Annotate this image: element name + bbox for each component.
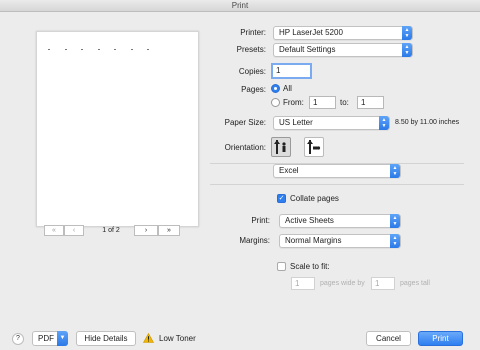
print-what-popup[interactable]: Active Sheets ▲ ▼: [279, 214, 401, 228]
popup-arrows-icon: ▲ ▼: [390, 234, 400, 248]
printer-label: Printer:: [240, 28, 266, 37]
cancel-button[interactable]: Cancel: [366, 331, 411, 346]
paper-size-popup[interactable]: US Letter ▲ ▼: [273, 116, 390, 130]
popup-arrows-icon: ▲ ▼: [390, 214, 400, 228]
help-button[interactable]: ?: [12, 333, 24, 345]
pages-all-label: All: [283, 84, 292, 93]
scale-to-fit-label: Scale to fit:: [290, 262, 330, 271]
app-section-popup[interactable]: Excel ▲ ▼: [273, 164, 401, 178]
preview-text-mark: [98, 49, 100, 50]
popup-arrows-icon: ▲ ▼: [379, 116, 389, 130]
collate-checkbox[interactable]: ✓: [277, 194, 286, 203]
section-divider: [210, 184, 464, 185]
last-page-button[interactable]: »: [158, 225, 180, 236]
preview-text-mark: [114, 49, 116, 50]
popup-arrows-icon: ▲ ▼: [402, 43, 412, 57]
printer-popup[interactable]: HP LaserJet 5200 ▲ ▼: [273, 26, 413, 40]
pages-label: Pages:: [241, 85, 266, 94]
printer-value: HP LaserJet 5200: [279, 28, 343, 37]
presets-label: Presets:: [236, 45, 266, 54]
pdf-menu-button[interactable]: PDF ▼: [32, 331, 68, 346]
warning-triangle-icon: [143, 333, 154, 343]
orientation-label: Orientation:: [224, 143, 266, 152]
pages-wide-label: pages wide by: [320, 280, 365, 287]
popup-arrows-icon: ▲ ▼: [402, 26, 412, 40]
paper-size-value: US Letter: [279, 118, 313, 127]
previous-page-button[interactable]: ‹: [64, 225, 84, 236]
print-what-value: Active Sheets: [285, 216, 334, 225]
presets-popup[interactable]: Default Settings ▲ ▼: [273, 43, 413, 57]
dialog-content: « ‹ 1 of 2 › » Printer: HP LaserJet 5200…: [0, 12, 480, 350]
page-indicator: 1 of 2: [102, 227, 120, 234]
pages-to-label: to:: [340, 98, 349, 107]
print-what-label: Print:: [251, 216, 270, 225]
window-title: Print: [0, 0, 480, 12]
hide-details-button[interactable]: Hide Details: [76, 331, 136, 346]
pages-range-radio[interactable]: [271, 98, 280, 107]
first-page-button[interactable]: «: [44, 225, 64, 236]
landscape-person-icon: [307, 140, 321, 154]
pages-from-label: From:: [283, 98, 304, 107]
pages-tall-field[interactable]: 1: [371, 277, 395, 290]
pages-wide-field[interactable]: 1: [291, 277, 315, 290]
collate-label: Collate pages: [290, 194, 339, 203]
print-preview-page: [36, 31, 199, 227]
margins-popup[interactable]: Normal Margins ▲ ▼: [279, 234, 401, 248]
copies-label: Copies:: [238, 67, 266, 76]
scale-to-fit-checkbox[interactable]: [277, 262, 286, 271]
presets-value: Default Settings: [279, 45, 336, 54]
portrait-orientation-button[interactable]: [271, 137, 291, 157]
landscape-orientation-button[interactable]: [304, 137, 324, 157]
paper-dimensions: 8.50 by 11.00 inches: [395, 119, 460, 126]
next-page-button[interactable]: ›: [134, 225, 158, 236]
pdf-label: PDF: [38, 334, 54, 343]
pages-to-field[interactable]: 1: [357, 96, 384, 109]
preview-text-mark: [131, 49, 133, 50]
copies-field[interactable]: 1: [271, 63, 312, 79]
pages-from-field[interactable]: 1: [309, 96, 336, 109]
print-dialog: Print « ‹ 1 of 2 › » Printer: HP LaserJe…: [0, 0, 480, 350]
preview-text-mark: [81, 49, 83, 50]
preview-text-mark: [147, 49, 149, 50]
margins-value: Normal Margins: [285, 236, 342, 245]
pages-tall-label: pages tall: [400, 280, 430, 287]
preview-text-mark: [65, 49, 67, 50]
paper-size-label: Paper Size:: [224, 118, 266, 127]
chevron-down-icon: ▼: [57, 331, 68, 346]
portrait-person-icon: [274, 140, 286, 154]
print-button[interactable]: Print: [418, 331, 463, 346]
margins-label: Margins:: [239, 236, 270, 245]
app-section-value: Excel: [279, 166, 299, 175]
low-toner-label: Low Toner: [159, 334, 196, 343]
popup-arrows-icon: ▲ ▼: [390, 164, 400, 178]
preview-text-mark: [48, 49, 50, 50]
pages-all-radio[interactable]: [271, 84, 280, 93]
